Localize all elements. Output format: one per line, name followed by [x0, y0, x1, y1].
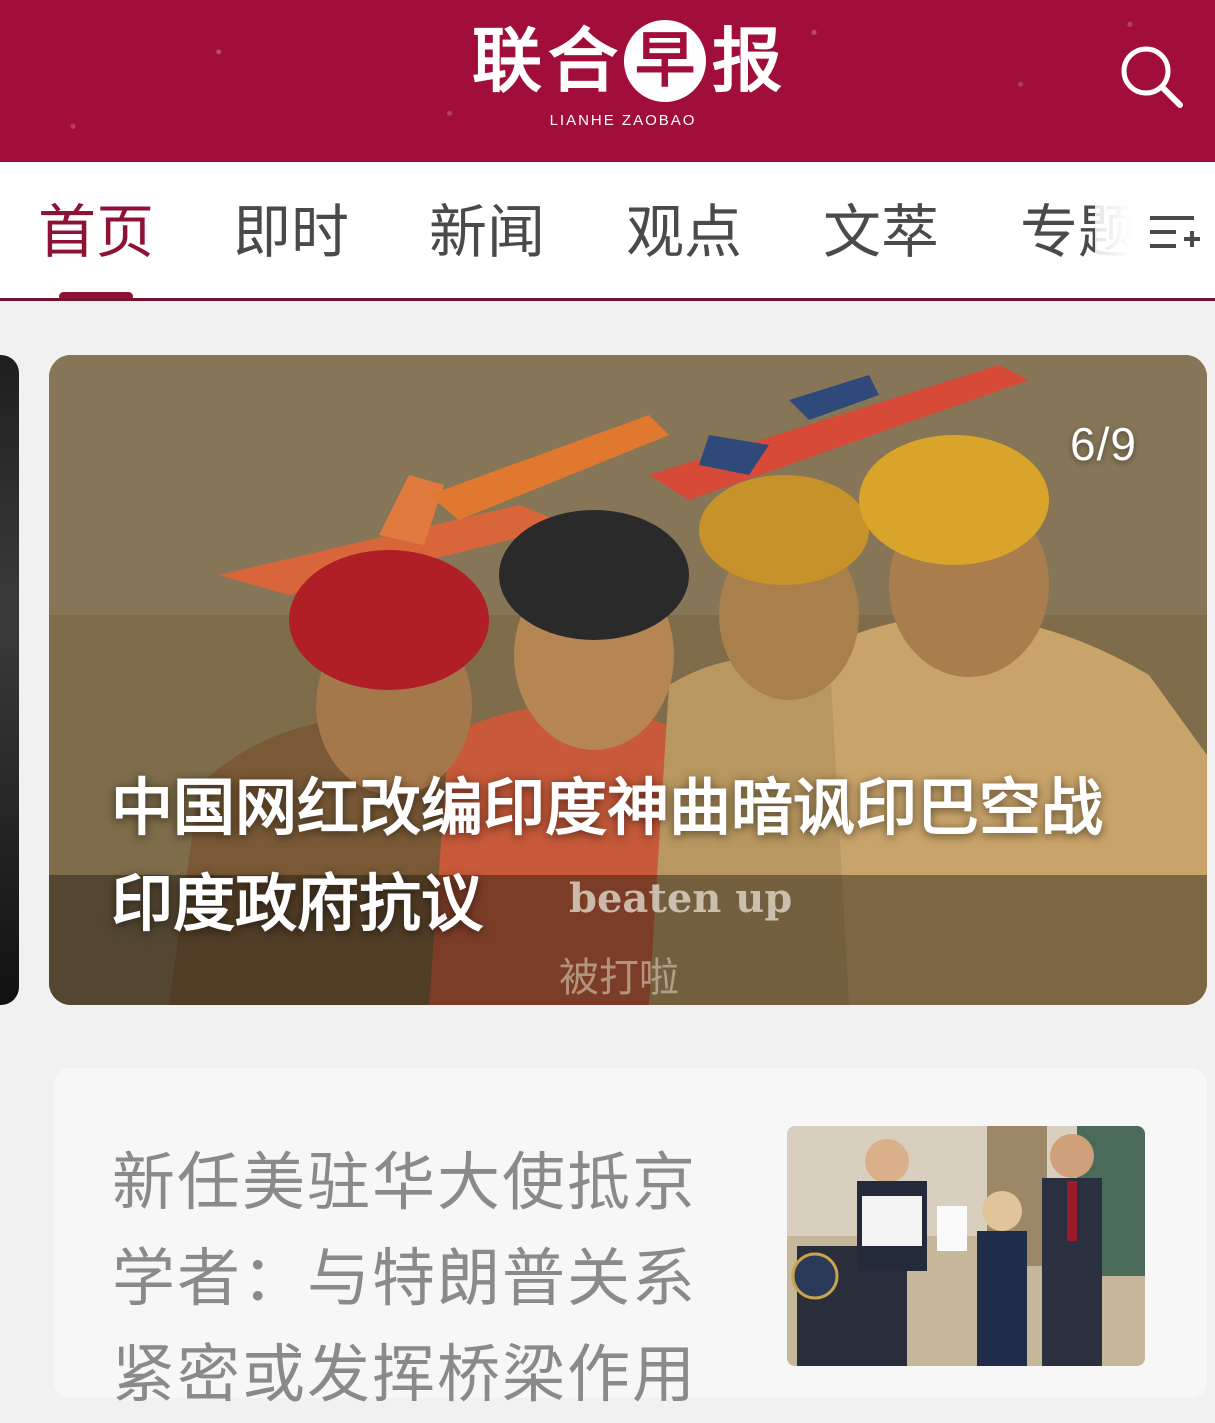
news-item-title[interactable]: 新任美驻华大使抵京 学者：与特朗普关系紧密或发挥桥梁作用 — [112, 1135, 732, 1423]
logo-char-4: 报 — [712, 19, 782, 102]
previous-carousel-card[interactable] — [0, 355, 19, 1005]
logo-char-3: 早 — [624, 20, 706, 102]
add-list-icon — [1150, 216, 1200, 248]
carousel-counter: 6/9 — [1070, 418, 1137, 470]
tab-opinion[interactable]: 观点 — [626, 192, 742, 272]
logo-char-2: 合 — [548, 19, 618, 102]
search-icon — [1121, 46, 1183, 108]
carousel-card[interactable]: 6/9 beaten up 被打啦 中国网红改编印度神曲暗讽印巴空战 印度政府抗… — [49, 355, 1207, 1005]
image-caption-chinese: 被打啦 — [559, 955, 679, 1001]
app-header: 联 合 早 报 LIANHE ZAOBAO — [0, 0, 1215, 162]
tab-instant[interactable]: 即时 — [233, 192, 349, 272]
thumbnail-image — [787, 1126, 1145, 1366]
logo-chinese: 联 合 早 报 — [467, 20, 787, 102]
logo-english: LIANHE ZAOBAO — [549, 112, 697, 129]
tabs-divider — [0, 298, 1215, 301]
tab-digest[interactable]: 文萃 — [823, 192, 939, 272]
tab-news[interactable]: 新闻 — [429, 192, 545, 272]
tabs-menu-button[interactable] — [1146, 210, 1202, 258]
lianhe-zaobao-logo[interactable]: 联 合 早 报 LIANHE ZAOBAO — [467, 20, 787, 130]
tab-home[interactable]: 首页 — [38, 192, 154, 272]
logo-char-1: 联 — [472, 19, 542, 102]
search-button[interactable] — [1118, 43, 1186, 111]
news-item-thumbnail[interactable] — [787, 1126, 1145, 1366]
category-tabs: 首页 即时 新闻 观点 文萃 专题 — [0, 162, 1215, 300]
carousel-headline[interactable]: 中国网红改编印度神曲暗讽印巴空战 印度政府抗议 — [111, 760, 1141, 952]
